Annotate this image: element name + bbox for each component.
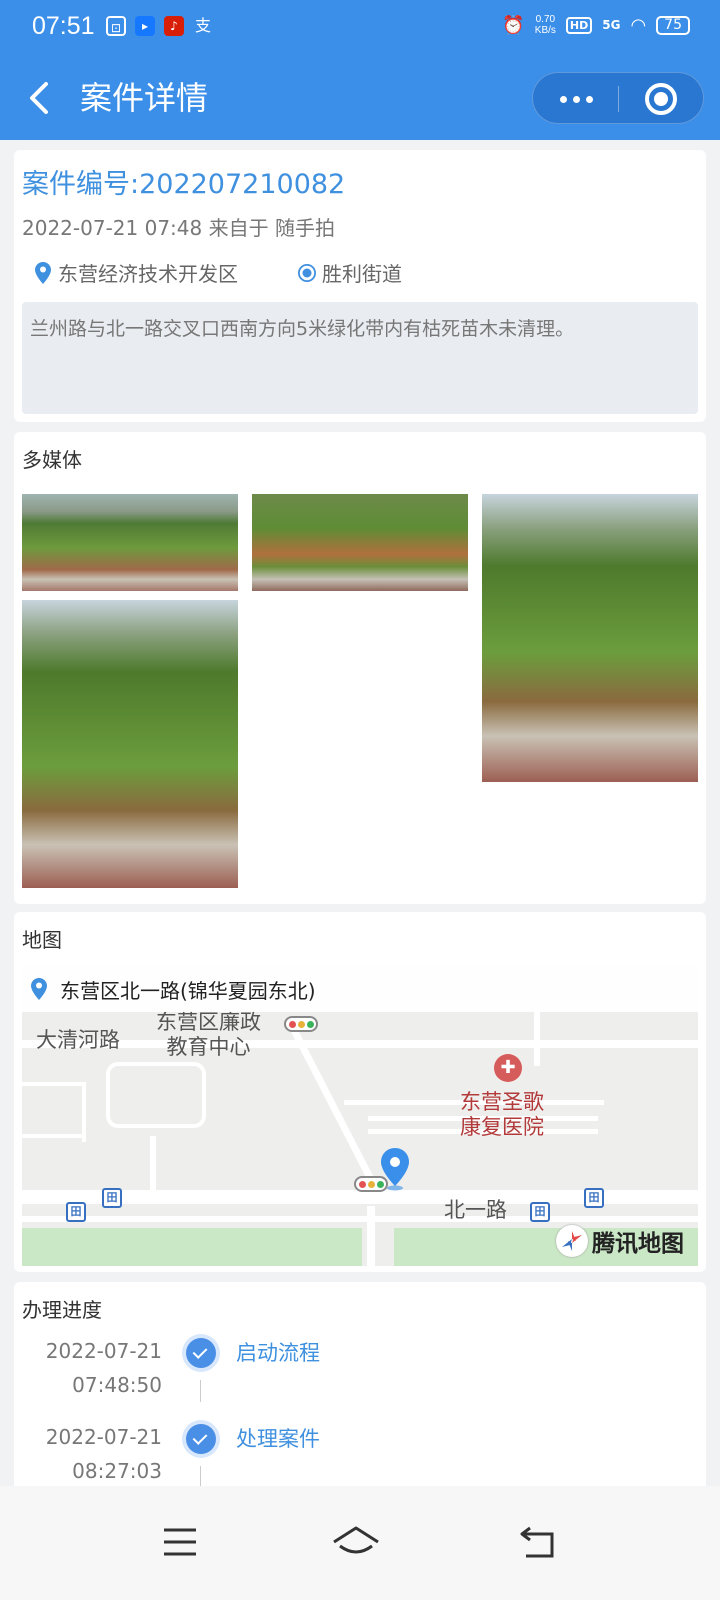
traffic-light-icon xyxy=(284,1016,318,1032)
status-indicators: ⏰ 0.70 KB/s HD 5G ◠ 75 xyxy=(502,14,690,36)
map-label-road: 北一路 xyxy=(444,1198,507,1222)
map-address-bar: 东营区北一路(锦华夏园东北) xyxy=(22,966,698,1012)
map-label-hospital: 东营圣歌 康复医院 xyxy=(460,1090,544,1139)
step-time: 08:27:03 xyxy=(72,1459,162,1483)
check-circle-icon xyxy=(186,1424,216,1454)
alipay-icon: 支 xyxy=(194,16,211,35)
case-info-card: 案件编号:202207210082 2022-07-21 07:48 来自于 随… xyxy=(14,150,706,422)
hospital-icon: ✚ xyxy=(494,1054,522,1082)
case-photo[interactable] xyxy=(482,494,698,782)
network-speed: 0.70 KB/s xyxy=(534,14,556,36)
status-bar: 07:51 ⊡ ▸ ♪ 支 ⏰ 0.70 KB/s HD 5G ◠ 75 xyxy=(0,0,720,56)
step-date: 2022-07-21 xyxy=(45,1339,162,1363)
case-photo[interactable] xyxy=(22,494,238,591)
hd-icon: HD xyxy=(565,16,593,34)
close-miniprogram-button[interactable] xyxy=(645,83,677,115)
menu-icon[interactable] xyxy=(158,1522,202,1562)
bus-stop-icon: 田 xyxy=(66,1202,86,1222)
notification-app-icon: ▸ xyxy=(135,16,155,36)
signal-icon: 5G xyxy=(602,18,621,32)
map-brand: 腾讯地图 xyxy=(556,1224,684,1258)
map-view[interactable]: 东营区北一路(锦华夏园东北) 大清河路 东营区廉政 教育中心 东营圣歌 康复医院… xyxy=(22,966,698,1266)
map-label-road: 大清河路 xyxy=(36,1028,120,1052)
step-label: 启动流程 xyxy=(236,1341,320,1365)
more-dot-icon xyxy=(559,95,567,103)
capsule-divider xyxy=(618,86,619,112)
media-card: 多媒体 xyxy=(14,432,706,904)
check-circle-icon xyxy=(186,1338,216,1368)
map-card: 地图 东营区北一路(锦华夏园东北) 大清河路 东营区廉政 教育中心 东营圣歌 康 xyxy=(14,912,706,1272)
bus-stop-icon: 田 xyxy=(102,1188,122,1208)
location-pin-icon xyxy=(35,261,51,284)
map-road xyxy=(22,1216,698,1222)
district-location: 东营经济技术开发区 xyxy=(34,258,238,287)
wifi-icon: ◠ xyxy=(630,14,647,36)
step-label: 处理案件 xyxy=(236,1427,320,1451)
notification-app-icon: ♪ xyxy=(164,16,184,36)
map-road xyxy=(367,1206,375,1266)
more-dot-icon xyxy=(585,95,593,103)
map-marker-icon[interactable] xyxy=(378,1146,412,1192)
back-icon[interactable] xyxy=(24,76,64,120)
case-description: 兰州路与北一路交叉口西南方向5米绿化带内有枯死苗木未清理。 xyxy=(22,302,698,414)
step-date: 2022-07-21 xyxy=(45,1425,162,1449)
map-block xyxy=(22,1082,86,1138)
more-menu-button[interactable] xyxy=(533,73,619,125)
compass-icon[interactable] xyxy=(556,1225,588,1257)
page-title: 案件详情 xyxy=(80,79,209,117)
notification-app-icon: ⊡ xyxy=(106,16,126,36)
status-app-icons: ⊡ ▸ ♪ 支 xyxy=(106,16,213,36)
map-address: 东营区北一路(锦华夏园东北) xyxy=(60,978,316,1003)
miniprogram-capsule xyxy=(532,72,704,124)
bus-stop-icon: 田 xyxy=(584,1188,604,1208)
back-nav-icon[interactable] xyxy=(516,1522,560,1562)
location-pin-icon xyxy=(31,978,47,1000)
step-connector xyxy=(200,1466,201,1488)
battery-icon: 75 xyxy=(656,15,690,35)
map-label-poi: 东营区廉政 教育中心 xyxy=(156,1010,261,1059)
case-photo[interactable] xyxy=(22,600,238,888)
map-road xyxy=(534,1006,540,1066)
street-location: 胜利街道 xyxy=(298,258,402,287)
map-brand-label: 腾讯地图 xyxy=(592,1231,684,1257)
nav-bar: 案件详情 xyxy=(0,56,720,140)
progress-section-title: 办理进度 xyxy=(22,1298,102,1322)
system-nav-bar xyxy=(0,1486,720,1600)
home-icon[interactable] xyxy=(330,1522,382,1562)
map-section-title: 地图 xyxy=(22,928,62,952)
media-section-title: 多媒体 xyxy=(22,448,82,472)
bus-stop-icon: 田 xyxy=(530,1202,550,1222)
alarm-icon: ⏰ xyxy=(502,14,525,36)
step-connector xyxy=(200,1380,201,1402)
status-time: 07:51 xyxy=(32,12,95,40)
case-number: 案件编号:202207210082 xyxy=(22,169,346,200)
map-road xyxy=(150,1136,156,1192)
map-green-area xyxy=(22,1228,362,1266)
map-block xyxy=(106,1062,206,1128)
case-photo[interactable] xyxy=(252,494,468,591)
step-time: 07:48:50 xyxy=(72,1373,162,1397)
target-location-icon xyxy=(298,263,316,282)
district-label: 东营经济技术开发区 xyxy=(58,262,238,286)
case-meta: 2022-07-21 07:48 来自于 随手拍 xyxy=(22,216,335,240)
street-label: 胜利街道 xyxy=(322,262,402,286)
more-dot-icon xyxy=(572,95,580,103)
